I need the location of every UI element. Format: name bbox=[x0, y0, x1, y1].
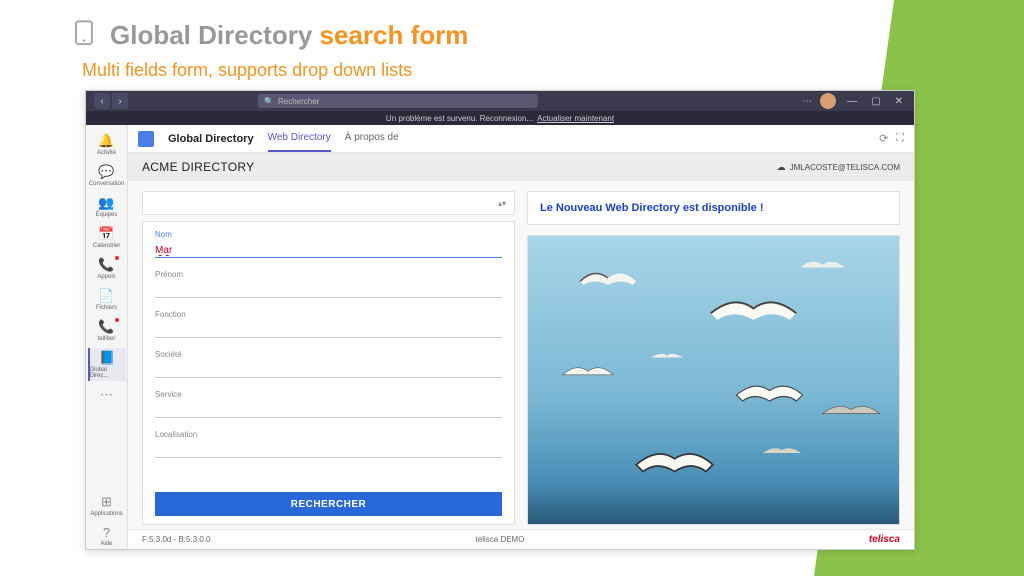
status-msg: Un problème est survenu. Reconnexion... bbox=[386, 114, 533, 123]
calendar-icon: 📅 bbox=[98, 226, 114, 242]
rail-help[interactable]: ?Aide bbox=[88, 523, 126, 549]
rail-files[interactable]: 📄Fichiers bbox=[88, 286, 126, 313]
input-nom[interactable] bbox=[155, 244, 502, 258]
app-logo-icon bbox=[138, 131, 154, 147]
directory-title: ACME DIRECTORY bbox=[142, 160, 254, 174]
version-text: F:5.3.0d - B:5.3.0.0 bbox=[142, 535, 210, 544]
slide-header: Global Directory search form Multi field… bbox=[0, 0, 1024, 81]
phone-icon: 📞 bbox=[98, 319, 114, 335]
search-button[interactable]: RECHERCHER bbox=[155, 492, 502, 516]
titlebar: ‹ › 🔍 Rechercher ⋯ — ▢ ✕ bbox=[86, 91, 914, 111]
book-icon: 📘 bbox=[99, 350, 115, 366]
global-search[interactable]: 🔍 Rechercher bbox=[258, 94, 538, 108]
field-societe: Société bbox=[155, 350, 502, 378]
expand-icon[interactable]: ⛶ bbox=[896, 132, 904, 145]
decorative-image bbox=[527, 235, 900, 525]
maximize-button[interactable]: ▢ bbox=[868, 96, 883, 107]
file-icon: 📄 bbox=[98, 288, 114, 304]
field-localisation: Localisation bbox=[155, 430, 502, 458]
notification-dot bbox=[115, 256, 119, 260]
nav-back-button[interactable]: ‹ bbox=[94, 93, 110, 109]
rail-calendar[interactable]: 📅Calendrier bbox=[88, 224, 126, 251]
search-form-panel: ▴▾ Nom Prénom Fonction bbox=[142, 191, 515, 525]
rail-calls[interactable]: 📞Appels bbox=[88, 255, 126, 282]
field-group: Nom Prénom Fonction Société bbox=[142, 221, 515, 525]
field-fonction: Fonction bbox=[155, 310, 502, 338]
dots-icon: ⋯ bbox=[100, 387, 113, 403]
tab-web-directory[interactable]: Web Directory bbox=[268, 125, 331, 152]
notification-dot bbox=[115, 318, 119, 322]
app-tabs: Global Directory Web Directory À propos … bbox=[128, 125, 914, 153]
close-button[interactable]: ✕ bbox=[892, 96, 906, 107]
footer: F:5.3.0d - B:5.3.0.0 telisca DEMO telisc… bbox=[128, 529, 914, 549]
phone-icon bbox=[70, 18, 98, 52]
app-name: Global Directory bbox=[168, 133, 254, 145]
user-email: JMLACOSTE@TELISCA.COM bbox=[790, 163, 900, 172]
title-prefix: Global Directory bbox=[110, 20, 320, 50]
rail-activity[interactable]: 🔔Activité bbox=[88, 131, 126, 158]
right-panel: Le Nouveau Web Directory est disponible … bbox=[527, 191, 900, 525]
chevron-updown-icon: ▴▾ bbox=[498, 199, 506, 208]
input-fonction[interactable] bbox=[155, 324, 502, 338]
directory-dropdown[interactable]: ▴▾ bbox=[142, 191, 515, 215]
rail-more[interactable]: ⋯ bbox=[88, 385, 126, 406]
cloud-icon: ☁ bbox=[777, 162, 786, 173]
status-strip: Un problème est survenu. Reconnexion... … bbox=[86, 111, 914, 125]
field-prenom: Prénom bbox=[155, 270, 502, 298]
apps-icon: ⊞ bbox=[101, 494, 112, 510]
directory-header: ACME DIRECTORY ☁ JMLACOSTE@TELISCA.COM bbox=[128, 153, 914, 181]
search-icon: 🔍 bbox=[264, 97, 274, 106]
search-placeholder: Rechercher bbox=[278, 97, 319, 106]
bell-icon: 🔔 bbox=[98, 133, 114, 149]
teams-window: ‹ › 🔍 Rechercher ⋯ — ▢ ✕ Un problème est… bbox=[85, 90, 915, 550]
field-nom: Nom bbox=[155, 230, 502, 258]
refresh-icon[interactable]: ⟳ bbox=[879, 132, 888, 145]
nav-forward-button[interactable]: › bbox=[112, 93, 128, 109]
announcement-banner: Le Nouveau Web Directory est disponible … bbox=[527, 191, 900, 225]
status-refresh-link[interactable]: Actualiser maintenant bbox=[537, 114, 614, 123]
input-societe[interactable] bbox=[155, 364, 502, 378]
rail-chat[interactable]: 💬Conversation bbox=[88, 162, 126, 189]
rail-global-directory[interactable]: 📘Global Direc... bbox=[88, 348, 126, 381]
rail-teams[interactable]: 👥Équipes bbox=[88, 193, 126, 220]
teams-icon: 👥 bbox=[98, 195, 114, 211]
rail-telliber[interactable]: 📞telliber bbox=[88, 317, 126, 344]
footer-center: telisca DEMO bbox=[476, 535, 525, 544]
nav-rail: 🔔Activité 💬Conversation 👥Équipes 📅Calend… bbox=[86, 125, 128, 549]
telisca-logo: telisca bbox=[869, 534, 900, 545]
input-localisation[interactable] bbox=[155, 444, 502, 458]
slide-subtitle: Multi fields form, supports drop down li… bbox=[82, 60, 1024, 81]
tab-about[interactable]: À propos de bbox=[345, 125, 399, 152]
phone-icon: 📞 bbox=[98, 257, 114, 273]
avatar[interactable] bbox=[820, 93, 836, 109]
help-icon: ? bbox=[103, 525, 110, 540]
slide-title: Global Directory search form bbox=[110, 20, 468, 51]
more-icon[interactable]: ⋯ bbox=[802, 96, 812, 107]
input-prenom[interactable] bbox=[155, 284, 502, 298]
user-info: ☁ JMLACOSTE@TELISCA.COM bbox=[777, 162, 900, 173]
minimize-button[interactable]: — bbox=[844, 96, 860, 107]
chat-icon: 💬 bbox=[98, 164, 114, 180]
input-service[interactable] bbox=[155, 404, 502, 418]
field-service: Service bbox=[155, 390, 502, 418]
rail-apps[interactable]: ⊞Applications bbox=[88, 492, 126, 519]
title-accent: search form bbox=[320, 20, 469, 50]
